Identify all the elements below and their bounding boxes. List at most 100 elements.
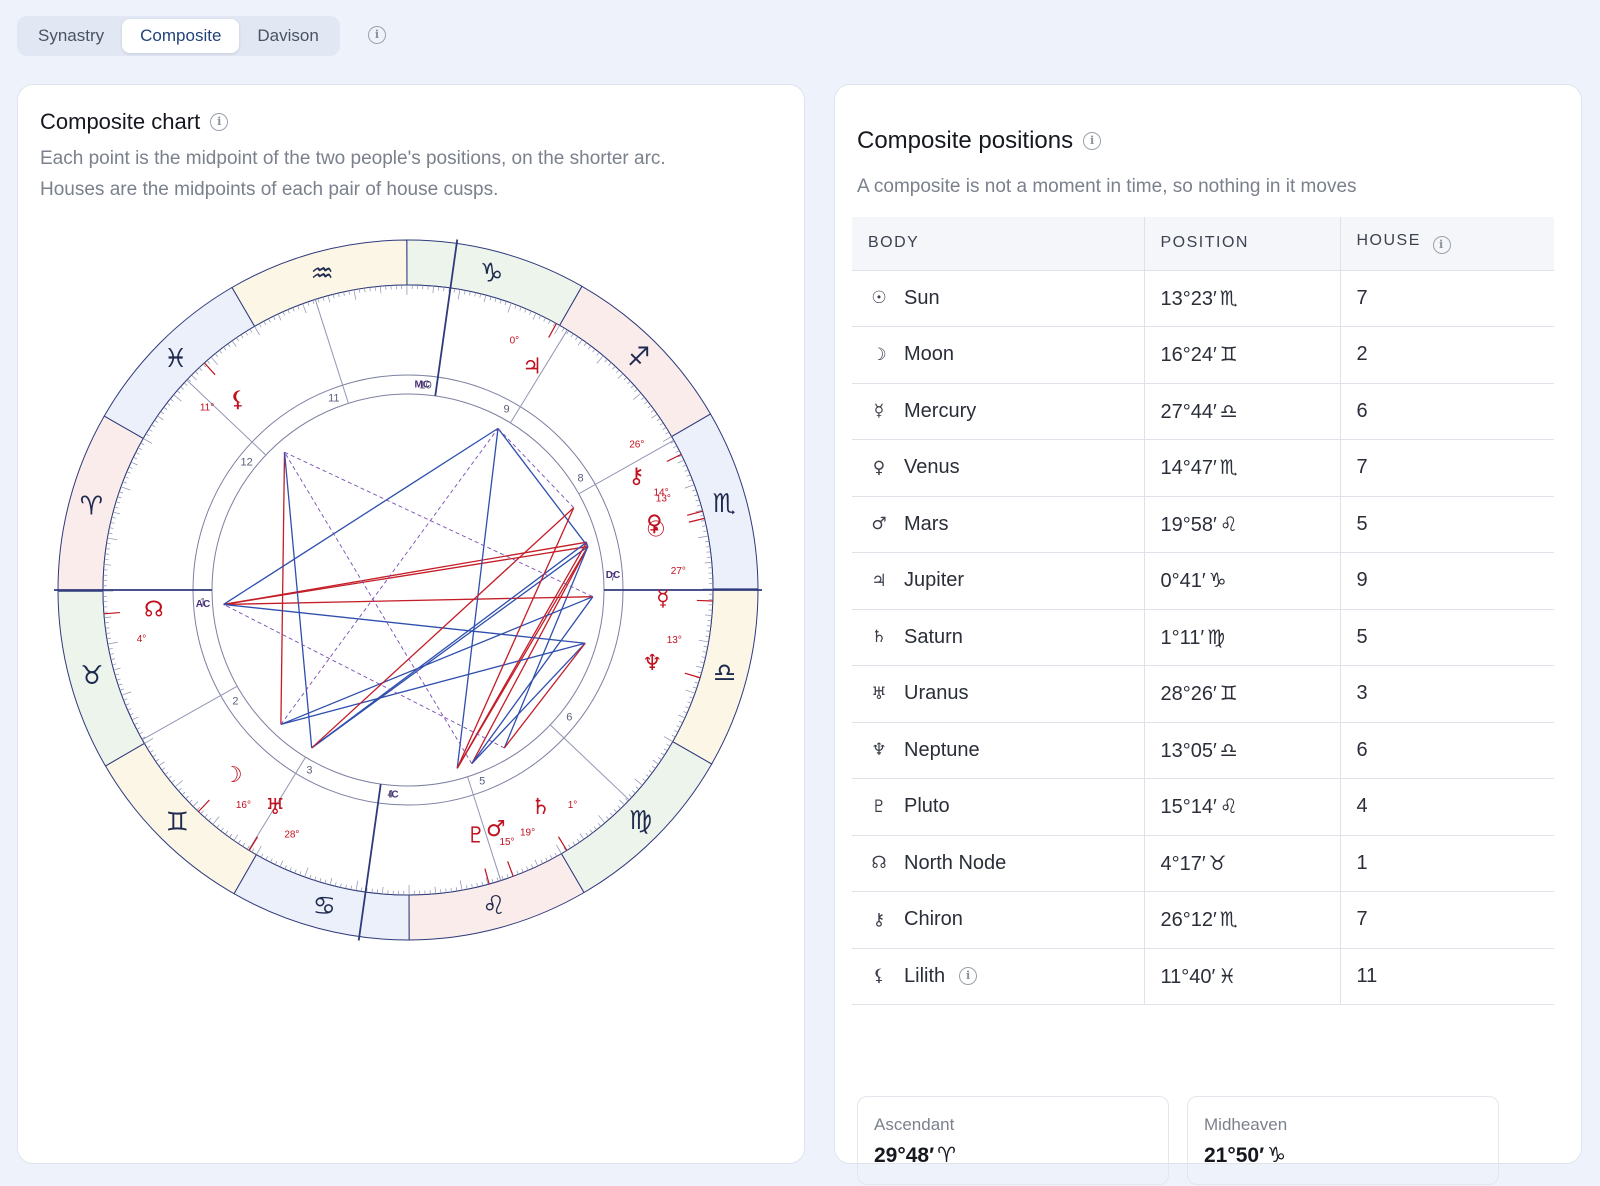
col-header-position: POSITION <box>1143 217 1340 271</box>
body-cell: ♂ Mars <box>852 496 1144 553</box>
table-row: ♆ Neptune 13°05′ ♎ 6 <box>852 722 1554 779</box>
house-number: 5 <box>479 776 485 788</box>
house-cell: 2 <box>1339 326 1554 384</box>
ic-label: IC <box>389 789 399 800</box>
planet-glyph: ☿ <box>656 587 670 612</box>
tab-composite[interactable]: Composite <box>122 19 240 53</box>
position-cell: 11°40′ ♓ <box>1143 948 1340 1005</box>
ascendant-label: Ascendant <box>874 1115 955 1134</box>
position-degree: 1°11′ <box>1160 626 1205 649</box>
chiron-icon: ⚷ <box>872 909 886 930</box>
positions-table: BODY POSITION HOUSE i ☉ Sun 13°23′ ♏ 7 ☽ Moon 1… <box>852 217 1554 1005</box>
position-sign-icon: ♏ <box>1219 285 1238 310</box>
position-degree: 4°17′ <box>1160 852 1206 875</box>
tab-davison[interactable]: Davison <box>239 19 336 53</box>
position-sign-icon: ♌ <box>1219 794 1238 819</box>
ascendant-sign-icon: ♈ <box>937 1143 956 1167</box>
zodiac-sign-glyph: ♐ <box>627 343 650 373</box>
midheaven-degree: 21°50′ <box>1204 1144 1265 1167</box>
body-cell: ♃ Jupiter <box>852 552 1144 610</box>
position-sign-icon: ♉ <box>1208 850 1227 875</box>
body-name: Neptune <box>904 738 980 761</box>
planet-degree-label: 28° <box>284 829 299 840</box>
position-cell: 13°05′ ♎ <box>1143 722 1340 779</box>
composite-chart-card: Composite chart i Each point is the midp… <box>17 84 805 1164</box>
body-name: Saturn <box>904 625 963 648</box>
house-cell: 1 <box>1339 835 1554 892</box>
position-sign-icon: ♌ <box>1219 511 1238 536</box>
chart-card-header: Composite chart i <box>40 109 229 135</box>
planet-degree-label: 14° <box>653 487 668 498</box>
position-sign-icon: ♊ <box>1219 342 1238 367</box>
lilith-icon: ⚸ <box>872 966 886 987</box>
zodiac-sign-glyph: ♎ <box>713 659 736 689</box>
dsc-label: DC <box>606 570 620 581</box>
body-cell: ♇ Pluto <box>852 778 1144 836</box>
position-cell: 4°17′ ♉ <box>1143 835 1340 892</box>
modes-info-icon[interactable]: i <box>368 26 386 44</box>
position-sign-icon: ♎ <box>1219 737 1238 762</box>
house-number: 12 <box>241 457 253 469</box>
position-degree: 15°14′ <box>1160 796 1217 819</box>
ascendant-box: Ascendant 29°48′ ♈ <box>857 1096 1169 1185</box>
position-sign-icon: ♏ <box>1219 907 1238 932</box>
tab-synastry[interactable]: Synastry <box>20 19 122 53</box>
table-row: ♀ Venus 14°47′ ♏ 7 <box>852 439 1554 497</box>
zodiac-sign-glyph: ♓ <box>164 344 187 374</box>
position-degree: 28°26′ <box>1160 683 1217 706</box>
ascendant-degree: 29°48′ <box>874 1144 935 1167</box>
table-row: ☿ Mercury 27°44′ ♎ 6 <box>852 383 1554 440</box>
planet-degree-label: 4° <box>137 634 147 645</box>
moon-icon: ☽ <box>871 344 887 365</box>
midheaven-label: Midheaven <box>1204 1115 1288 1134</box>
house-cell: 7 <box>1339 439 1554 497</box>
zodiac-sign-glyph: ♏ <box>712 489 735 519</box>
table-row: ♄ Saturn 1°11′ ♍ 5 <box>852 609 1554 666</box>
planet-degree-label: 15° <box>499 837 514 848</box>
position-sign-icon: ♓ <box>1218 963 1237 988</box>
position-cell: 27°44′ ♎ <box>1143 383 1340 440</box>
pluto-icon: ♇ <box>871 796 887 817</box>
degree-tick <box>369 287 371 292</box>
zodiac-sign-glyph: ♒ <box>310 259 333 289</box>
body-name: Mercury <box>904 399 977 422</box>
position-degree: 13°23′ <box>1160 287 1217 310</box>
planet-degree-label: 27° <box>671 566 686 577</box>
lilith-info-icon[interactable]: i <box>959 967 978 986</box>
table-row: ⚷ Chiron 26°12′ ♏ 7 <box>852 891 1554 949</box>
mc-label: MC <box>415 380 431 391</box>
midheaven-box: Midheaven 21°50′ ♑ <box>1187 1096 1499 1185</box>
house-cell: 5 <box>1339 609 1554 666</box>
zodiac-sign-glyph: ♍ <box>629 806 652 836</box>
saturn-icon: ♄ <box>871 627 887 648</box>
body-name: Uranus <box>904 682 969 705</box>
planet-glyph: ☊ <box>144 597 164 622</box>
zodiac-sign-glyph: ♋ <box>313 892 336 922</box>
planet-glyph: ♅ <box>265 795 285 820</box>
positions-table-header: BODY POSITION HOUSE i <box>852 217 1554 271</box>
position-sign-icon: ♎ <box>1219 398 1238 423</box>
position-degree: 0°41′ <box>1160 570 1206 593</box>
chart-info-icon[interactable]: i <box>210 113 229 131</box>
house-cell: 11 <box>1339 948 1554 1005</box>
house-info-icon[interactable]: i <box>1432 236 1451 255</box>
zodiac-sign-glyph: ♑ <box>480 258 503 288</box>
neptune-icon: ♆ <box>871 740 887 761</box>
ascendant-value: 29°48′ ♈ <box>874 1143 1152 1168</box>
chart-card-description: Each point is the midpoint of the two pe… <box>40 143 666 205</box>
house-number: 6 <box>566 711 572 723</box>
position-sign-icon: ♏ <box>1219 455 1238 480</box>
table-row: ♃ Jupiter 0°41′ ♑ 9 <box>852 552 1554 610</box>
position-degree: 19°58′ <box>1160 513 1217 536</box>
planet-degree-label: 11° <box>200 403 214 414</box>
mercury-icon: ☿ <box>873 401 885 422</box>
table-row: ☽ Moon 16°24′ ♊ 2 <box>852 326 1554 384</box>
body-cell: ♀ Venus <box>852 439 1144 497</box>
planet-glyph: ☽ <box>223 763 243 788</box>
positions-info-icon[interactable]: i <box>1083 132 1102 150</box>
position-cell: 0°41′ ♑ <box>1143 552 1340 610</box>
body-cell: ♄ Saturn <box>852 609 1144 666</box>
body-name: Chiron <box>904 908 963 931</box>
body-cell: ☉ Sun <box>852 270 1144 327</box>
zodiac-sign-glyph: ♌ <box>482 891 505 921</box>
